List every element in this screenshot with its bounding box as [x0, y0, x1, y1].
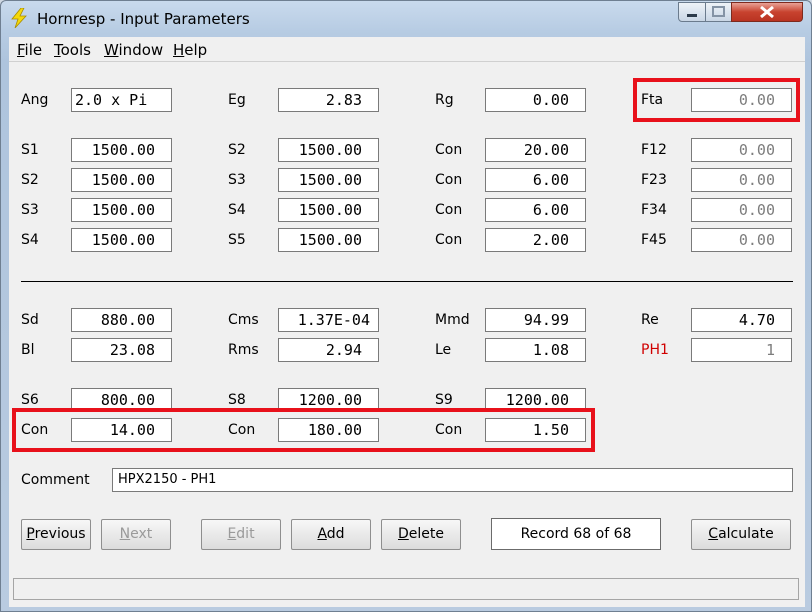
cms-field[interactable]: 1.37E-04 — [278, 308, 379, 332]
calculate-button[interactable]: Calculate — [691, 519, 791, 550]
delete-mnemonic: D — [398, 526, 409, 542]
sd-field[interactable]: 880.00 — [71, 308, 172, 332]
ph1-field[interactable]: 1 — [691, 338, 792, 362]
f45-label: F45 — [641, 232, 667, 248]
con2-label: Con — [435, 172, 463, 188]
mmd-field[interactable]: 94.99 — [485, 308, 586, 332]
edit-label: dit — [236, 526, 255, 542]
rms-label: Rms — [228, 342, 259, 358]
con3-label: Con — [435, 202, 463, 218]
con4-field[interactable]: 2.00 — [485, 228, 586, 252]
rg-label: Rg — [435, 92, 454, 108]
close-icon — [760, 5, 774, 19]
con2-field[interactable]: 6.00 — [485, 168, 586, 192]
s6-label: S6 — [21, 392, 39, 408]
ang-field[interactable]: 2.0 x Pi — [71, 88, 172, 112]
s4-row-label: S4 — [21, 232, 39, 248]
add-label: dd — [326, 526, 345, 542]
ph1-label: PH1 — [641, 342, 669, 358]
highlight-box-fta — [633, 78, 800, 122]
f34-field[interactable]: 0.00 — [691, 198, 792, 222]
bl-field[interactable]: 23.08 — [71, 338, 172, 362]
f12-label: F12 — [641, 142, 667, 158]
f23-field[interactable]: 0.00 — [691, 168, 792, 192]
maximize-button[interactable] — [705, 2, 732, 22]
con1-label: Con — [435, 142, 463, 158]
next-button[interactable]: Next — [101, 519, 171, 550]
s2-row-label: S2 — [21, 172, 39, 188]
record-indicator: Record 68 of 68 — [491, 518, 661, 550]
title-bar[interactable]: Hornresp - Input Parameters — [1, 1, 811, 35]
menu-window[interactable]: Window — [104, 41, 163, 59]
calculate-label: alculate — [718, 526, 774, 542]
s1-field[interactable]: 1500.00 — [71, 138, 172, 162]
s4-field[interactable]: 1500.00 — [278, 198, 379, 222]
highlight-box-con-row — [12, 408, 595, 452]
sd-label: Sd — [21, 312, 39, 328]
comment-label: Comment — [21, 472, 90, 488]
previous-button[interactable]: Previous — [21, 519, 91, 550]
con4-label: Con — [435, 232, 463, 248]
calculate-mnemonic: C — [708, 526, 719, 542]
next-mnemonic: N — [119, 526, 131, 542]
f23-label: F23 — [641, 172, 667, 188]
le-field[interactable]: 1.08 — [485, 338, 586, 362]
rg-field[interactable]: 0.00 — [485, 88, 586, 112]
minimize-button[interactable] — [678, 2, 706, 22]
previous-mnemonic: P — [26, 526, 35, 542]
comment-field[interactable]: HPX2150 - PH1 — [112, 468, 793, 492]
s5-label: S5 — [228, 232, 246, 248]
lightning-bolt-icon — [11, 8, 27, 28]
s1-label: S1 — [21, 142, 39, 158]
add-mnemonic: A — [317, 526, 327, 542]
close-button[interactable] — [731, 2, 803, 22]
previous-label: revious — [34, 526, 86, 542]
menu-help[interactable]: Help — [173, 41, 207, 59]
maximize-icon — [712, 6, 725, 17]
status-bar — [13, 578, 799, 600]
delete-button[interactable]: Delete — [381, 519, 461, 550]
window-title: Hornresp - Input Parameters — [37, 10, 250, 28]
s3-row-field[interactable]: 1500.00 — [71, 198, 172, 222]
next-label: ext — [130, 526, 153, 542]
f12-field[interactable]: 0.00 — [691, 138, 792, 162]
s9-label: S9 — [435, 392, 453, 408]
s4-row-field[interactable]: 1500.00 — [71, 228, 172, 252]
s4-label: S4 — [228, 202, 246, 218]
le-label: Le — [435, 342, 452, 358]
ang-label: Ang — [21, 92, 49, 108]
minimize-icon — [687, 14, 697, 17]
edit-button[interactable]: Edit — [201, 519, 281, 550]
s3-field[interactable]: 1500.00 — [278, 168, 379, 192]
main-window: Hornresp - Input Parameters File Tools W… — [0, 0, 812, 612]
s5-field[interactable]: 1500.00 — [278, 228, 379, 252]
s3-row-label: S3 — [21, 202, 39, 218]
con1-field[interactable]: 20.00 — [485, 138, 586, 162]
menu-file[interactable]: File — [17, 41, 42, 59]
f45-field[interactable]: 0.00 — [691, 228, 792, 252]
s3-label: S3 — [228, 172, 246, 188]
delete-label: elete — [408, 526, 444, 542]
cms-label: Cms — [228, 312, 259, 328]
s2-label: S2 — [228, 142, 246, 158]
mmd-label: Mmd — [435, 312, 470, 328]
bl-label: Bl — [21, 342, 35, 358]
eg-field[interactable]: 2.83 — [278, 88, 379, 112]
s2-row-field[interactable]: 1500.00 — [71, 168, 172, 192]
f34-label: F34 — [641, 202, 667, 218]
section-divider — [21, 281, 793, 282]
eg-label: Eg — [228, 92, 246, 108]
input-parameters-panel: Ang 2.0 x Pi Eg 2.83 Rg 0.00 Fta 0.00 S1… — [9, 61, 805, 607]
add-button[interactable]: Add — [291, 519, 371, 550]
s8-label: S8 — [228, 392, 246, 408]
menu-bar: File Tools Window Help — [9, 37, 805, 61]
rms-field[interactable]: 2.94 — [278, 338, 379, 362]
menu-tools[interactable]: Tools — [54, 41, 91, 59]
edit-mnemonic: E — [227, 526, 237, 542]
con3-field[interactable]: 6.00 — [485, 198, 586, 222]
re-field[interactable]: 4.70 — [691, 308, 792, 332]
s2-field[interactable]: 1500.00 — [278, 138, 379, 162]
re-label: Re — [641, 312, 659, 328]
